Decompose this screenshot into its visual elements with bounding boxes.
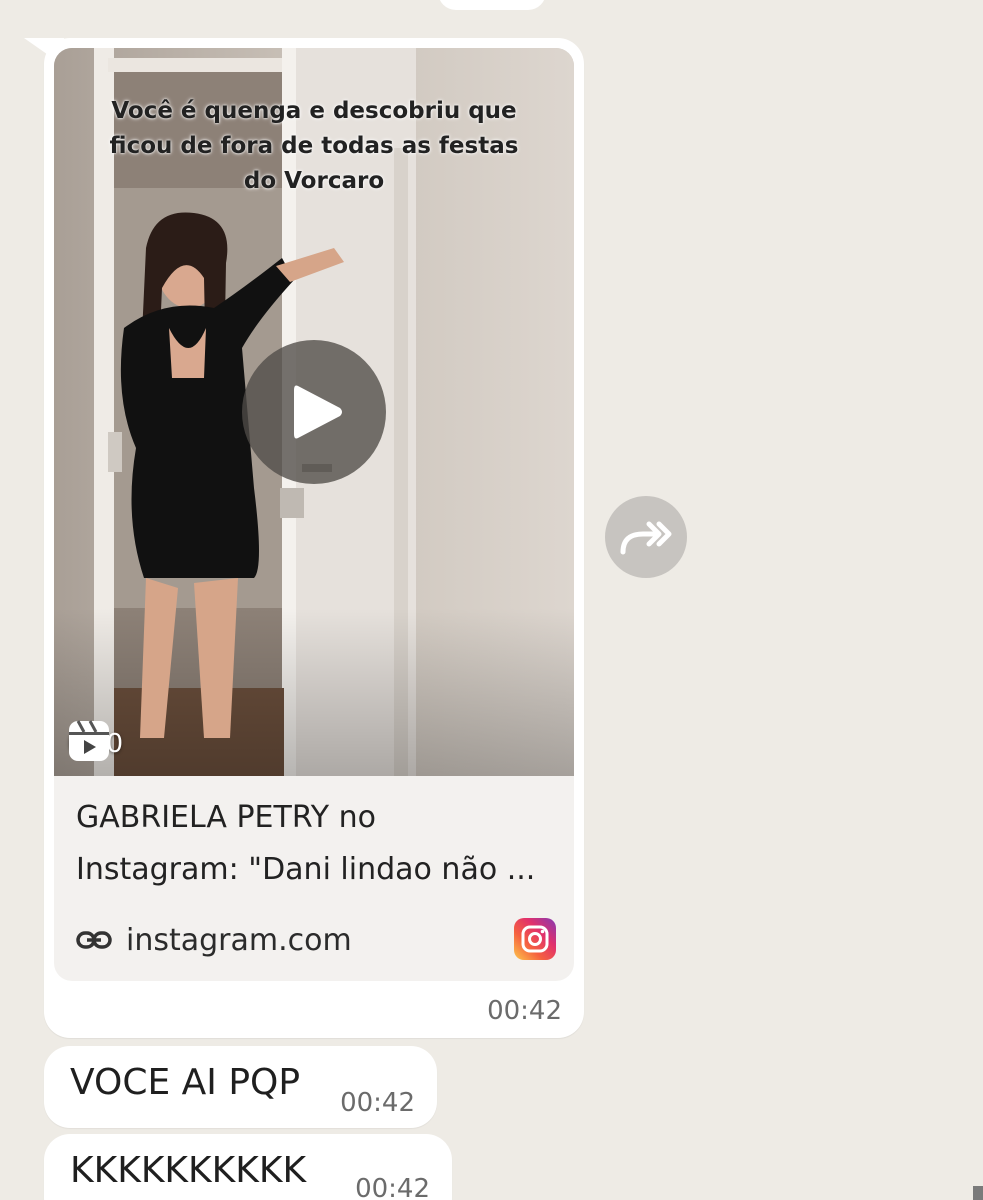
video-caption: Você é quenga e descobriu que ficou de f…	[109, 98, 519, 194]
instagram-icon	[514, 918, 556, 960]
message-time: 00:42	[340, 1088, 415, 1118]
forward-button[interactable]	[605, 496, 687, 578]
scrollbar-thumb[interactable]	[973, 1186, 983, 1200]
message-time: 00:42	[355, 1174, 430, 1200]
message-bubble[interactable]: KKKKKKKKKK 00:42	[44, 1134, 452, 1200]
forward-icon	[620, 521, 672, 555]
link-title: GABRIELA PETRY no Instagram: "Dani linda…	[76, 800, 536, 887]
video-duration: 0:30	[68, 720, 123, 766]
reel-icon	[69, 720, 109, 761]
video-thumbnail[interactable]: Você é quenga e descobriu que ficou de f…	[54, 48, 574, 776]
play-button[interactable]	[242, 340, 386, 484]
message-text: VOCE AI PQP	[70, 1062, 301, 1103]
link-domain: instagram.com	[126, 922, 352, 958]
message-text: KKKKKKKKKK	[70, 1150, 307, 1191]
message-time: 00:42	[487, 996, 562, 1026]
play-icon	[294, 385, 342, 439]
link-domain-row[interactable]: instagram.com	[76, 916, 556, 964]
link-message-bubble[interactable]: Você é quenga e descobriu que ficou de f…	[24, 38, 584, 1038]
link-icon	[76, 931, 112, 949]
link-preview-card[interactable]: Você é quenga e descobriu que ficou de f…	[54, 48, 574, 981]
chat-screen: Você é quenga e descobriu que ficou de f…	[0, 0, 983, 1200]
previous-message-bubble[interactable]	[438, 0, 546, 10]
message-bubble[interactable]: VOCE AI PQP 00:42	[44, 1046, 437, 1128]
